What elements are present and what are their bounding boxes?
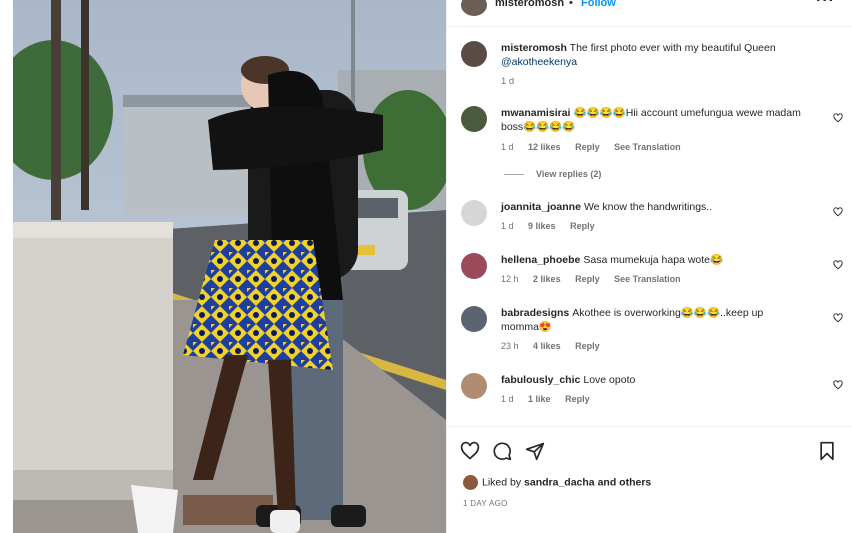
comment-username[interactable]: joannita_joanne <box>501 201 581 213</box>
likes-suffix[interactable]: and others <box>595 476 652 488</box>
commenter-avatar[interactable] <box>461 200 487 226</box>
comment-meta: 23 h 4 likes Reply <box>501 341 612 351</box>
comment-body: We know the handwritings.. <box>583 201 713 213</box>
comment-text: fabulously_chic Love opoto <box>501 373 801 387</box>
likes-prefix: Liked by <box>482 476 525 489</box>
share-icon[interactable] <box>525 441 545 461</box>
comment-icon[interactable] <box>492 441 512 461</box>
comment-meta: 1 d 9 likes Reply <box>501 221 607 231</box>
comment-likes[interactable]: 2 likes <box>533 274 561 284</box>
comment-text: babradesigns Akothee is overworking😂😂😂..k… <box>501 306 801 334</box>
reply-button[interactable]: Reply <box>575 341 600 351</box>
like-comment-heart-icon[interactable] <box>833 113 843 123</box>
see-translation-button[interactable]: See Translation <box>614 142 681 152</box>
more-icon[interactable]: ··· <box>816 0 835 10</box>
follow-button[interactable]: Follow <box>581 0 616 9</box>
author-avatar[interactable] <box>461 0 487 16</box>
comment-likes[interactable]: 9 likes <box>528 221 556 231</box>
commenter-avatar[interactable] <box>461 253 487 279</box>
view-replies-label: View replies (2) <box>536 169 602 179</box>
comment-time: 1 d <box>501 221 514 231</box>
comment-time: 23 h <box>501 341 519 351</box>
like-comment-heart-icon[interactable] <box>833 380 843 390</box>
comment-time: 1 d <box>501 394 514 404</box>
like-comment-heart-icon[interactable] <box>833 313 843 323</box>
caption-avatar[interactable] <box>461 41 487 67</box>
likes-summary[interactable]: Liked by sandra_dacha and others <box>463 475 651 490</box>
caption-username[interactable]: misteromosh <box>501 42 567 54</box>
see-translation-button[interactable]: See Translation <box>614 274 681 284</box>
comment-text: mwanamisirai 😂😂😂😂Hii account umefungua we… <box>501 106 801 134</box>
post-side-panel: misteromosh • Follow ··· misteromosh The… <box>446 0 852 533</box>
commenter-avatar[interactable] <box>461 106 487 132</box>
comment-time: 12 h <box>501 274 519 284</box>
heart-icon[interactable] <box>460 441 480 461</box>
comment-meta: 1 d 1 like Reply <box>501 394 602 404</box>
comment-meta: 12 h 2 likes Reply See Translation <box>501 274 693 284</box>
comment-username[interactable]: hellena_phoebe <box>501 254 580 266</box>
liker-username[interactable]: sandra_dacha <box>524 476 595 488</box>
caption-text: The first photo ever with my beautiful Q… <box>569 42 776 54</box>
comment-username[interactable]: babradesigns <box>501 307 569 319</box>
comment-time: 1 d <box>501 142 514 152</box>
post-actions: Liked by sandra_dacha and others 1 DAY A… <box>447 426 852 533</box>
like-comment-heart-icon[interactable] <box>833 207 843 217</box>
view-replies-button[interactable]: View replies (2) <box>504 169 601 179</box>
comment-meta: 1 d 12 likes Reply See Translation <box>501 142 693 152</box>
like-comment-heart-icon[interactable] <box>833 260 843 270</box>
reply-button[interactable]: Reply <box>570 221 595 231</box>
comment-text: hellena_phoebe Sasa mumekuja hapa wote😂 <box>501 253 801 267</box>
reply-button[interactable]: Reply <box>565 394 590 404</box>
bookmark-icon[interactable] <box>817 441 837 461</box>
post-timestamp: 1 DAY AGO <box>463 499 508 508</box>
commenter-avatar[interactable] <box>461 373 487 399</box>
post-header: misteromosh • Follow ··· <box>447 0 852 27</box>
comment-likes[interactable]: 1 like <box>528 394 551 404</box>
comment-likes[interactable]: 4 likes <box>533 341 561 351</box>
view-replies-line <box>504 174 524 176</box>
comment-body: Love opoto <box>583 374 636 386</box>
caption-mention[interactable]: @akotheekenya <box>501 56 577 68</box>
separator-dot: • <box>569 0 573 9</box>
comment-username[interactable]: fabulously_chic <box>501 374 580 386</box>
caption-time: 1 d <box>501 76 515 87</box>
post-photo[interactable] <box>13 0 446 533</box>
caption: misteromosh The first photo ever with my… <box>501 41 801 69</box>
liker-avatar <box>463 475 478 490</box>
comment-username[interactable]: mwanamisirai <box>501 107 570 119</box>
comment-body: Sasa mumekuja hapa wote😂 <box>583 254 724 266</box>
reply-button[interactable]: Reply <box>575 274 600 284</box>
comment-text: joannita_joanne We know the handwritings.… <box>501 200 801 214</box>
author-username[interactable]: misteromosh <box>495 0 564 9</box>
left-gutter <box>0 0 13 533</box>
post-image <box>13 0 446 533</box>
reply-button[interactable]: Reply <box>575 142 600 152</box>
comment-likes[interactable]: 12 likes <box>528 142 561 152</box>
commenter-avatar[interactable] <box>461 306 487 332</box>
